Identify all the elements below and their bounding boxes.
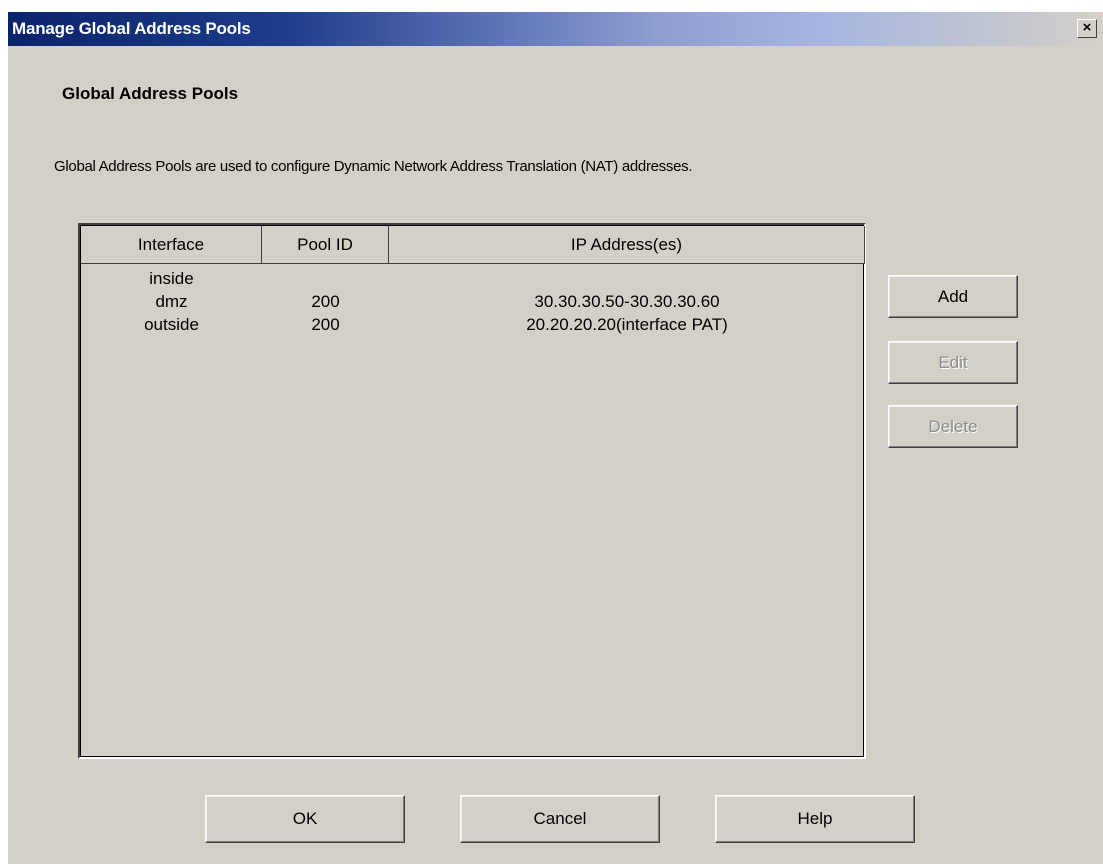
column-header-pool-id[interactable]: Pool ID [262,226,389,264]
cell-pool-id: 200 [311,315,340,334]
ok-button[interactable]: OK [205,795,405,843]
cell-ip-address: 20.20.20.20(interface PAT) [526,315,728,334]
table-header: Interface Pool ID IP Address(es) [81,226,865,264]
section-description: Global Address Pools are used to configu… [54,158,693,175]
close-icon: × [1082,19,1092,36]
column-header-interface[interactable]: Interface [81,226,262,264]
global-pools-table[interactable]: Interface Pool ID IP Address(es) inside … [78,223,866,759]
cancel-button[interactable]: Cancel [460,795,660,843]
close-button[interactable]: × [1077,19,1097,38]
table-row[interactable]: outside 200 20.20.20.20(interface PAT) [81,311,863,338]
help-button[interactable]: Help [715,795,915,843]
column-header-ip-addresses[interactable]: IP Address(es) [389,226,865,264]
section-title: Global Address Pools [62,84,239,103]
delete-button[interactable]: Delete [888,405,1018,448]
window-title: Manage Global Address Pools [12,19,251,38]
dialog-window: Manage Global Address Pools × Global Add… [8,12,1103,864]
add-button[interactable]: Add [888,275,1018,318]
cell-interface: outside [144,315,199,334]
edit-button[interactable]: Edit [888,341,1018,384]
title-bar[interactable]: Manage Global Address Pools × [8,12,1103,46]
